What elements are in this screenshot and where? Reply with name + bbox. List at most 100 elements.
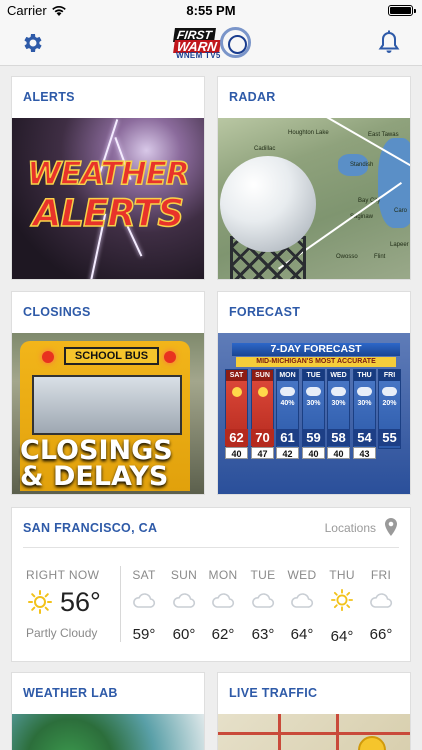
- daily-forecast-item: SUN 60°: [164, 568, 204, 643]
- forecast-day-low: 42: [276, 447, 299, 459]
- radar-town: Lapeer: [390, 242, 409, 248]
- day-name: SUN: [170, 568, 198, 582]
- radar-town: Flint: [374, 254, 386, 260]
- forecast-day-high: 58: [327, 429, 350, 446]
- forecast-day-low: 47: [251, 447, 274, 459]
- traffic-marker-icon: [358, 736, 386, 750]
- radar-tile[interactable]: RADAR Cadillac Houghton Lake East Tawas …: [217, 76, 411, 280]
- forecast-day-name: THU: [354, 370, 375, 381]
- radar-town: Cadillac: [254, 146, 276, 152]
- day-temperature: 62°: [211, 626, 235, 643]
- city-name: SAN FRANCISCO, CA: [23, 521, 158, 535]
- live-traffic-title: LIVE TRAFFIC: [229, 686, 318, 700]
- radar-town: East Tawas: [368, 132, 399, 138]
- current-condition: Partly Cloudy: [26, 626, 98, 640]
- forecast-day-precip: 20%: [382, 400, 397, 407]
- daily-forecast-item: FRI 66°: [361, 568, 401, 643]
- live-traffic-image: [218, 714, 410, 750]
- radar-dome: [220, 156, 316, 252]
- forecast-tile[interactable]: FORECAST 7-DAY FORECAST MID-MICHIGAN'S M…: [217, 291, 411, 495]
- forecast-day-high: 70: [251, 429, 274, 446]
- forecast-day-name: SAT: [226, 370, 247, 381]
- logo-station: WNEM TV5: [176, 51, 221, 60]
- current-temperature: 56°: [60, 587, 101, 617]
- weather-lab-tile[interactable]: WEATHER LAB: [11, 672, 205, 750]
- forecast-day-name: MON: [277, 370, 298, 381]
- forecast-day-name: FRI: [379, 370, 400, 381]
- closings-image: SCHOOL BUS CLOSINGS & DELAYS: [12, 333, 204, 494]
- battery-icon: [388, 5, 416, 16]
- divider: [23, 547, 399, 548]
- forecast-day-high: 55: [378, 429, 401, 446]
- daily-forecast-item: SAT 59°: [124, 568, 164, 643]
- forecast-image: 7-DAY FORECAST MID-MICHIGAN'S MOST ACCUR…: [218, 333, 410, 494]
- day-temperature: 64°: [330, 628, 354, 645]
- radar-town: Houghton Lake: [288, 130, 329, 136]
- day-name: WED: [287, 568, 317, 582]
- alerts-title: ALERTS: [23, 90, 75, 104]
- gear-icon[interactable]: [21, 31, 45, 55]
- forecast-day-high: 59: [302, 429, 325, 446]
- radar-image: Cadillac Houghton Lake East Tawas Standi…: [218, 118, 410, 279]
- right-now-label: RIGHT NOW: [26, 568, 100, 582]
- cloud-icon: [133, 593, 156, 608]
- logo-ring: [220, 27, 251, 58]
- alerts-image-text-2: ALERTS: [32, 191, 185, 236]
- cloud-icon: [370, 593, 393, 608]
- cloud-icon: [252, 593, 275, 608]
- alerts-image-text-1: WEATHER: [26, 155, 190, 193]
- forecast-day-precip: 40%: [280, 400, 295, 407]
- day-temperature: 59°: [132, 626, 156, 643]
- radar-town: Owosso: [336, 254, 358, 260]
- forecast-day-precip: 30%: [306, 400, 321, 407]
- forecast-day-icon: [231, 387, 242, 397]
- day-name: SAT: [132, 568, 156, 582]
- first-warn-5-logo: FIRST WARN WNEM TV5: [170, 26, 252, 60]
- forecast-image-subtitle: MID-MICHIGAN'S MOST ACCURATE: [236, 357, 396, 367]
- forecast-day-precip: 30%: [357, 400, 372, 407]
- day-temperature: 64°: [290, 626, 314, 643]
- day-temperature: 60°: [172, 626, 196, 643]
- closings-tile[interactable]: CLOSINGS SCHOOL BUS CLOSINGS & DELAYS: [11, 291, 205, 495]
- alerts-tile[interactable]: ALERTS WEATHER ALERTS: [11, 76, 205, 280]
- radar-town: Caro: [394, 208, 408, 214]
- daily-forecast-item: MON 62°: [203, 568, 243, 643]
- forecast-day-name: WED: [328, 370, 349, 381]
- location-pin-icon[interactable]: [384, 518, 398, 536]
- forecast-day-low: 40: [302, 447, 325, 459]
- daily-forecast-item: WED 64°: [282, 568, 322, 643]
- forecast-day-low: 40: [225, 447, 248, 459]
- forecast-day-name: SUN: [252, 370, 273, 381]
- forecast-day-low: 43: [353, 447, 376, 459]
- vertical-divider: [120, 566, 121, 642]
- day-temperature: 63°: [251, 626, 275, 643]
- status-bar: Carrier 8:55 PM: [0, 0, 422, 22]
- forecast-day-icon: [306, 387, 321, 396]
- bell-icon[interactable]: [377, 30, 401, 56]
- sun-icon: [28, 590, 52, 614]
- bus-sign: SCHOOL BUS: [64, 347, 159, 365]
- closings-image-text-2: & DELAYS: [20, 461, 169, 492]
- day-name: MON: [208, 568, 238, 582]
- sun-icon: [331, 589, 353, 611]
- alerts-image: WEATHER ALERTS: [12, 118, 204, 279]
- forecast-title: FORECAST: [229, 305, 301, 319]
- radar-town: Standish: [350, 162, 374, 168]
- clock: 8:55 PM: [186, 3, 236, 18]
- forecast-day-icon: [382, 387, 397, 396]
- day-name: FRI: [370, 568, 392, 582]
- forecast-day-high: 62: [225, 429, 248, 446]
- forecast-day-high: 61: [276, 429, 299, 446]
- forecast-day-icon: [280, 387, 295, 396]
- day-name: TUE: [250, 568, 276, 582]
- forecast-image-title: 7-DAY FORECAST: [232, 343, 400, 356]
- current-weather-card[interactable]: SAN FRANCISCO, CA Locations RIGHT NOW 56…: [11, 507, 411, 662]
- forecast-day-icon: [331, 387, 346, 396]
- forecast-day-icon: [257, 387, 268, 397]
- locations-link[interactable]: Locations: [325, 521, 376, 535]
- radar-title: RADAR: [229, 90, 276, 104]
- closings-title: CLOSINGS: [23, 305, 91, 319]
- day-name: THU: [329, 568, 355, 582]
- daily-forecast-item: TUE 63°: [243, 568, 283, 643]
- live-traffic-tile[interactable]: LIVE TRAFFIC: [217, 672, 411, 750]
